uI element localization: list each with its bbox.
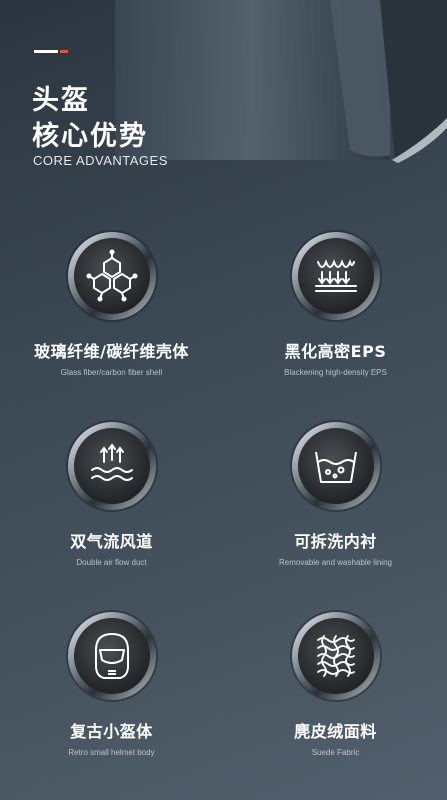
molecule-icon — [65, 230, 158, 322]
feature-subtitle: Retro small helmet body — [68, 748, 155, 757]
page-title-line1: 头盔 — [32, 85, 90, 116]
airflow-icon — [65, 420, 158, 512]
feature-subtitle: Suede Fabric — [311, 748, 360, 757]
feature-eps: 黑化高密EPS Blackening high-density EPS — [224, 228, 447, 377]
feature-shell: 玻璃纤维/碳纤维壳体 Glass fiber/carbon fiber shel… — [0, 228, 223, 377]
feature-fabric: 麂皮绒面料 Suede Fabric — [224, 608, 447, 757]
page-title-line2: 核心优势 — [32, 121, 148, 152]
feature-title: 黑化高密EPS — [284, 342, 387, 361]
layer-compress-icon — [289, 230, 382, 322]
feature-title: 麂皮绒面料 — [294, 722, 377, 741]
feature-airflow: 双气流风道 Double air flow duct — [0, 418, 223, 567]
feature-subtitle: Blackening high-density EPS — [284, 368, 387, 377]
feature-subtitle: Glass fiber/carbon fiber shell — [60, 368, 163, 377]
feature-title: 双气流风道 — [70, 532, 153, 551]
feature-title: 玻璃纤维/碳纤维壳体 — [34, 342, 189, 361]
helmet-icon — [65, 610, 158, 702]
fabric-weave-icon — [289, 610, 382, 702]
feature-title: 复古小盔体 — [70, 722, 153, 741]
feature-subtitle: Removable and washable lining — [279, 558, 392, 567]
accent-line — [34, 50, 68, 53]
page-subtitle: CORE ADVANTAGES — [33, 153, 168, 168]
feature-title: 可拆洗内衬 — [294, 532, 377, 551]
feature-helmet: 复古小盔体 Retro small helmet body — [0, 608, 223, 757]
feature-lining: 可拆洗内衬 Removable and washable lining — [224, 418, 447, 567]
wash-basin-icon — [289, 420, 382, 512]
feature-subtitle: Double air flow duct — [76, 558, 147, 567]
